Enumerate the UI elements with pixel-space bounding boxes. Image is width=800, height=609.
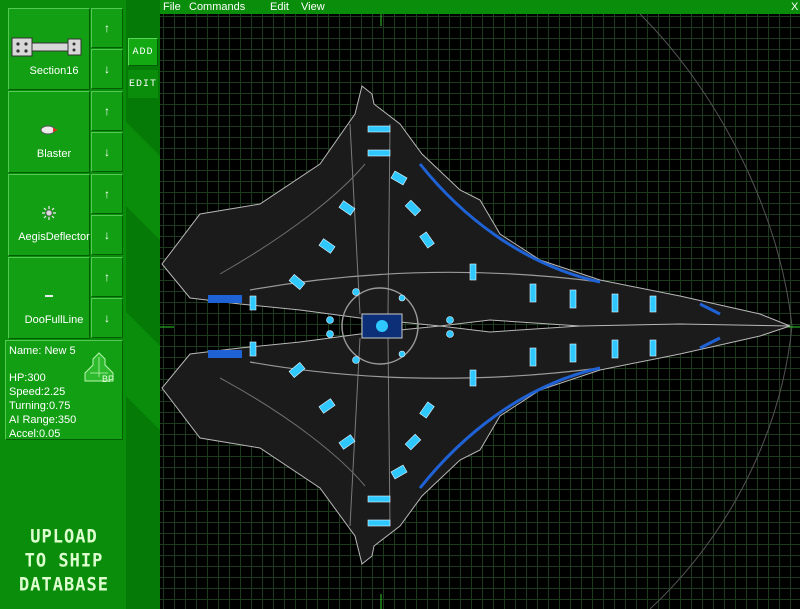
move-up-button[interactable]: ↑ — [91, 174, 123, 214]
upload-line: DATABASE — [19, 574, 109, 597]
move-up-button[interactable]: ↑ — [91, 8, 123, 48]
part-label: Section16 — [29, 65, 79, 77]
menu-file[interactable]: File — [163, 0, 181, 14]
upload-line: UPLOAD — [30, 525, 98, 548]
ship-speed: Speed:2.25 — [9, 386, 66, 398]
menu-commands[interactable]: Commands — [189, 0, 245, 14]
svg-text:BP: BP — [102, 374, 114, 384]
move-down-button[interactable]: ↓ — [91, 298, 123, 338]
ship-editor-canvas[interactable] — [160, 14, 800, 609]
blaster-icon — [9, 118, 89, 142]
tab-edit[interactable]: EDIT — [128, 70, 158, 98]
menu-bar: File Commands Edit View X — [160, 0, 800, 14]
move-up-button[interactable]: ↑ — [91, 91, 123, 131]
deflector-icon — [9, 201, 89, 225]
ship-ai-range: AI Range:350 — [9, 414, 77, 426]
part-label: Blaster — [36, 148, 72, 160]
part-cell-section16[interactable]: Section16 — [8, 8, 90, 90]
part-order-controls: ↑ ↓ — [91, 8, 123, 90]
part-order-controls: ↑ ↓ — [91, 174, 123, 256]
ship-stats-panel: Name: New 5 HP:300 Speed:2.25 Turning:0.… — [5, 340, 123, 440]
part-order-controls: ↑ ↓ — [91, 91, 123, 173]
ship-accel: Accel:0.05 — [9, 428, 61, 440]
part-order-controls: ↑ ↓ — [91, 257, 123, 339]
part-cell-aegisdeflector[interactable]: AegisDeflector — [8, 174, 90, 256]
part-cell-doofullline[interactable]: DooFullLine — [8, 257, 90, 339]
move-down-button[interactable]: ↓ — [91, 132, 123, 172]
move-down-button[interactable]: ↓ — [91, 49, 123, 89]
ship-hull — [161, 85, 791, 565]
menu-edit[interactable]: Edit — [270, 0, 289, 14]
ship-name[interactable]: Name: New 5 — [9, 345, 76, 357]
ship-hp: HP:300 — [9, 372, 46, 384]
move-down-button[interactable]: ↓ — [91, 215, 123, 255]
menu-view[interactable]: View — [301, 0, 325, 14]
parts-panel: Section16 ↑ ↓ Blaster ↑ ↓ AegisDeflector… — [0, 0, 160, 609]
upload-line: TO SHIP — [24, 550, 104, 572]
ship-turning: Turning:0.75 — [9, 400, 71, 412]
part-cell-blaster[interactable]: Blaster — [8, 91, 90, 173]
part-label: DooFullLine — [24, 314, 84, 326]
tab-add[interactable]: ADD — [128, 38, 158, 66]
upload-to-database-button[interactable]: UPLOAD TO SHIP DATABASE — [4, 525, 124, 598]
move-up-button[interactable]: ↑ — [91, 257, 123, 297]
blueprint-logo-icon: BP — [84, 352, 114, 384]
section-icon — [9, 35, 89, 59]
ship-blueprint — [160, 14, 800, 609]
part-label: AegisDeflector — [18, 231, 90, 243]
line-icon — [9, 284, 89, 308]
close-button[interactable]: X — [791, 0, 798, 14]
